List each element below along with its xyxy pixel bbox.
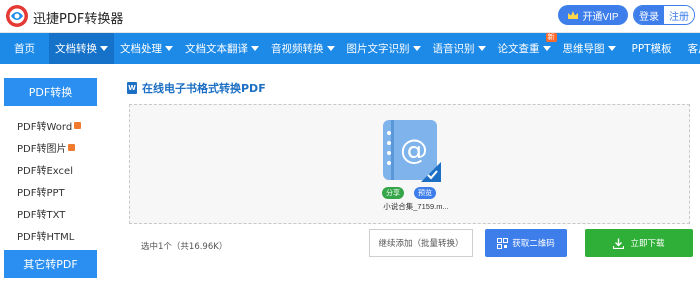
sidebar-item-label: PDF转Excel xyxy=(17,165,73,177)
chevron-down-icon xyxy=(412,46,421,51)
nav-item-doc-translate[interactable]: 文档文本翻译 xyxy=(179,33,265,64)
hot-icon xyxy=(68,143,76,151)
file-name: 小说合集_7159.m... xyxy=(383,202,449,211)
sidebar-item-pdf-to-ppt[interactable]: PDF转PPT xyxy=(4,180,97,202)
sidebar-list: PDF转Word PDF转图片 PDF转Excel PDF转PPT PDF转TX… xyxy=(4,106,97,246)
sidebar: PDF转换 PDF转Word PDF转图片 PDF转Excel PDF转PPT … xyxy=(4,78,97,284)
selection-count: 选中1个（共16.96K） xyxy=(141,242,228,252)
sidebar-item-label: PDF转Word xyxy=(17,121,73,133)
nav-label: 语音识别 xyxy=(432,43,475,55)
sidebar-item-label: PDF转PPT xyxy=(17,187,65,199)
download-now-button[interactable]: 立即下载 xyxy=(585,229,693,257)
nav-label: 音视频转换 xyxy=(271,43,324,55)
register-button[interactable]: 注册 xyxy=(664,6,694,24)
file-drop-zone[interactable]: @ 分享 预览 小说合集_7159.m... xyxy=(129,104,690,224)
nav-item-mind-map[interactable]: 思维导图 xyxy=(557,33,622,64)
nav-label: 文档处理 xyxy=(120,43,162,55)
nav-item-image-ocr[interactable]: 图片文字识别 xyxy=(341,33,427,64)
sidebar-item-pdf-to-txt[interactable]: PDF转TXT xyxy=(4,202,97,224)
at-sign-glyph: @ xyxy=(400,133,428,166)
qr-label: 获取二维码 xyxy=(512,239,555,249)
crown-icon xyxy=(568,11,579,19)
sidebar-item-pdf-to-image[interactable]: PDF转图片 xyxy=(4,136,97,158)
nav-item-av-convert[interactable]: 音视频转换 xyxy=(265,33,341,64)
nav-item-doc-process[interactable]: 文档处理 xyxy=(114,33,179,64)
sidebar-header-pdf-convert[interactable]: PDF转换 xyxy=(4,78,97,106)
qrcode-icon xyxy=(497,237,509,249)
chevron-down-icon xyxy=(251,46,259,51)
chevron-down-icon xyxy=(326,46,335,51)
section-title-text: 在线电子书格式转换PDF xyxy=(142,82,266,95)
main-panel: W 在线电子书格式转换PDF @ 分享 预览 小说合集_7159.m... 选中… xyxy=(115,74,700,284)
sidebar-item-pdf-to-word[interactable]: PDF转Word xyxy=(4,114,97,136)
nav-item-paper-check[interactable]: 论文查重 新 xyxy=(492,33,557,64)
nav-item-doc-convert[interactable]: 文档转换 xyxy=(49,33,114,64)
file-card[interactable]: @ 分享 预览 小说合集_7159.m... xyxy=(380,119,450,211)
sidebar-item-label: PDF转图片 xyxy=(17,143,67,155)
chevron-down-icon xyxy=(607,46,616,51)
sidebar-item-label: PDF转TXT xyxy=(17,209,66,221)
top-header: 迅捷PDF转换器 开通VIP 登录 注册 xyxy=(0,0,700,33)
hot-icon xyxy=(74,121,82,129)
nav-label: 文档文本翻译 xyxy=(185,43,248,55)
add-more-button[interactable]: 继续添加（批量转换） xyxy=(369,229,473,257)
new-badge: 新 xyxy=(545,33,557,42)
get-qrcode-button[interactable]: 获取二维码 xyxy=(485,229,567,257)
app-title: 迅捷PDF转换器 xyxy=(33,12,124,27)
vip-label: 开通VIP xyxy=(582,11,619,23)
nav-label: 论文查重 xyxy=(497,43,540,55)
sidebar-header-other-to-pdf[interactable]: 其它转PDF xyxy=(4,250,97,278)
main-nav: 首页 文档转换 文档处理 文档文本翻译 音视频转换 图片文字识别 语音识别 论文… xyxy=(0,33,700,64)
share-button[interactable]: 分享 xyxy=(382,187,404,199)
nav-item-client[interactable]: 客户端 xyxy=(682,33,700,64)
nav-item-home[interactable]: 首页 xyxy=(0,33,49,64)
preview-button[interactable]: 预览 xyxy=(414,187,436,199)
sidebar-item-label: PDF转HTML xyxy=(17,231,75,243)
chevron-down-icon xyxy=(542,46,551,51)
sidebar-item-pdf-to-html[interactable]: PDF转HTML xyxy=(4,224,97,246)
chevron-down-icon xyxy=(100,46,108,51)
nav-label: 首页 xyxy=(14,43,35,55)
nav-label: 客户端 xyxy=(687,43,700,55)
download-icon xyxy=(613,238,625,249)
app-logo xyxy=(6,5,28,27)
word-doc-icon: W xyxy=(127,82,137,94)
sidebar-item-pdf-to-excel[interactable]: PDF转Excel xyxy=(4,158,97,180)
chevron-down-icon xyxy=(165,46,173,51)
nav-label: 文档转换 xyxy=(55,43,97,55)
section-title: W 在线电子书格式转换PDF xyxy=(127,80,266,96)
auth-buttons: 登录 注册 xyxy=(633,5,695,25)
nav-item-speech-recognition[interactable]: 语音识别 xyxy=(427,33,492,64)
download-label: 立即下载 xyxy=(630,239,665,249)
nav-label: 思维导图 xyxy=(562,43,605,55)
nav-item-ppt-template[interactable]: PPT模板 xyxy=(622,33,682,64)
nav-label: PPT模板 xyxy=(631,43,672,55)
chevron-down-icon xyxy=(477,46,486,51)
nav-label: 图片文字识别 xyxy=(346,43,410,55)
ebook-file-icon: @ xyxy=(383,120,441,182)
action-bar: 选中1个（共16.96K） 继续添加（批量转换） 获取二维码 立即下载 xyxy=(129,226,693,262)
login-button[interactable]: 登录 xyxy=(634,6,664,24)
open-vip-button[interactable]: 开通VIP xyxy=(558,5,628,25)
